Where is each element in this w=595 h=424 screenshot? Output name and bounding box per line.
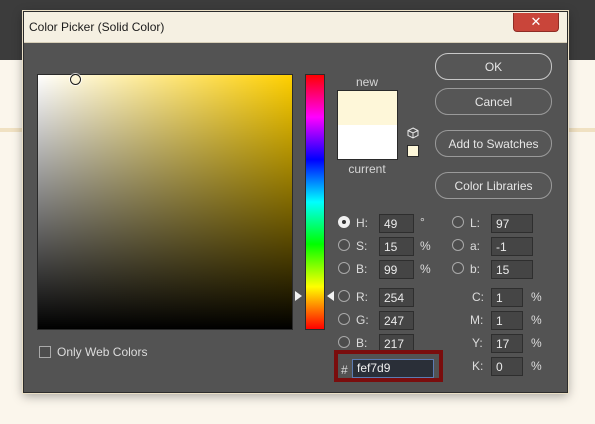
red-label: R: — [356, 290, 368, 304]
radio-lightness[interactable] — [452, 216, 464, 228]
radio-a-channel[interactable] — [452, 239, 464, 251]
lightness-label: L: — [470, 216, 481, 230]
close-icon: ✕ — [530, 14, 542, 29]
only-web-colors-label: Only Web Colors — [57, 345, 148, 359]
add-to-swatches-button[interactable]: Add to Swatches — [435, 130, 552, 157]
cyan-input[interactable]: 1 — [491, 288, 523, 307]
hex-input[interactable]: fef7d9 — [352, 359, 434, 378]
radio-brightness[interactable] — [338, 262, 350, 274]
yellow-label: Y: — [472, 336, 483, 350]
title-bar[interactable]: Color Picker (Solid Color) ✕ — [24, 12, 567, 43]
color-picker-dialog: Color Picker (Solid Color) ✕ new current… — [23, 11, 568, 393]
color-picker-marker[interactable] — [70, 74, 81, 85]
b-channel-label: b: — [470, 262, 481, 276]
new-color-swatch — [338, 91, 397, 125]
cyan-label: C: — [472, 290, 484, 304]
percent-unit: % — [531, 290, 542, 304]
hue-label: H: — [356, 216, 368, 230]
cancel-button[interactable]: Cancel — [435, 88, 552, 115]
radio-saturation[interactable] — [338, 239, 350, 251]
cube-icon[interactable] — [407, 127, 419, 139]
lightness-input[interactable]: 97 — [491, 214, 533, 233]
hue-slider[interactable] — [305, 74, 325, 330]
a-channel-input[interactable]: -1 — [491, 237, 533, 256]
percent-unit: % — [420, 262, 431, 276]
ok-button[interactable]: OK — [435, 53, 552, 80]
degree-unit: ° — [420, 215, 425, 229]
percent-unit: % — [420, 239, 431, 253]
saturation-brightness-field[interactable] — [37, 74, 293, 330]
web-safe-swatch[interactable] — [407, 145, 419, 157]
saturation-input[interactable]: 15 — [379, 237, 414, 256]
only-web-colors-checkbox[interactable] — [39, 346, 51, 358]
green-input[interactable]: 247 — [379, 311, 414, 330]
color-preview — [337, 90, 398, 160]
red-input[interactable]: 254 — [379, 288, 414, 307]
color-libraries-button[interactable]: Color Libraries — [435, 172, 552, 199]
hue-slider-handle-right[interactable] — [327, 291, 334, 301]
yellow-input[interactable]: 17 — [491, 334, 523, 353]
a-channel-label: a: — [470, 239, 481, 253]
brightness-label: B: — [356, 262, 368, 276]
magenta-label: M: — [470, 313, 484, 327]
close-button[interactable]: ✕ — [513, 13, 559, 32]
hex-hash-label: # — [341, 363, 348, 377]
percent-unit: % — [531, 336, 542, 350]
dialog-title: Color Picker (Solid Color) — [29, 20, 165, 34]
radio-green[interactable] — [338, 313, 350, 325]
hue-slider-handle-left[interactable] — [295, 291, 302, 301]
black-input[interactable]: 0 — [491, 357, 523, 376]
radio-blue[interactable] — [338, 336, 350, 348]
magenta-input[interactable]: 1 — [491, 311, 523, 330]
blue-label: B: — [356, 336, 368, 350]
hue-input[interactable]: 49 — [379, 214, 414, 233]
black-label: K: — [472, 359, 484, 373]
b-channel-input[interactable]: 15 — [491, 260, 533, 279]
saturation-label: S: — [356, 239, 368, 253]
green-label: G: — [356, 313, 369, 327]
brightness-input[interactable]: 99 — [379, 260, 414, 279]
current-color-swatch[interactable] — [338, 125, 397, 159]
new-color-label: new — [355, 75, 378, 89]
percent-unit: % — [531, 359, 542, 373]
percent-unit: % — [531, 313, 542, 327]
current-color-label: current — [348, 162, 386, 176]
radio-b-channel[interactable] — [452, 262, 464, 274]
radio-hue[interactable] — [338, 216, 350, 228]
radio-red[interactable] — [338, 290, 350, 302]
